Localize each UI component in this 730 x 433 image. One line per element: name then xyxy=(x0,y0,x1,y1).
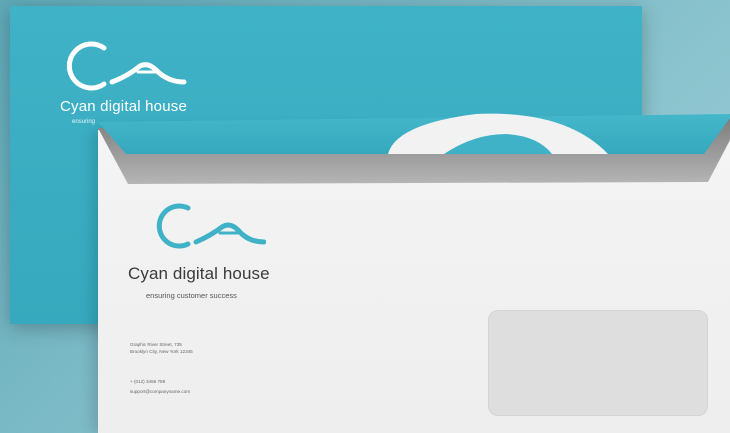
company-name: Cyan digital house xyxy=(128,264,270,283)
back-tagline: ensuring xyxy=(72,119,96,125)
contact-email: support@companyname.com xyxy=(130,389,191,394)
contact-phone: + (012) 3456 789 xyxy=(130,379,166,384)
back-cyan-logo-icon xyxy=(66,41,187,91)
back-company-name: Cyan digital house xyxy=(60,98,188,115)
address-window xyxy=(488,310,708,416)
cyan-logo-icon xyxy=(156,203,266,249)
envelope-mockup-scene: Cyan digital house ensuring Cyan digital… xyxy=(0,0,730,433)
address-city: Brooklyn City, New York 12345 xyxy=(130,349,193,354)
envelope-flap xyxy=(98,113,730,184)
address-street: Graphic River Street, 735 xyxy=(130,342,182,347)
company-tagline: ensuring customer success xyxy=(146,291,237,300)
